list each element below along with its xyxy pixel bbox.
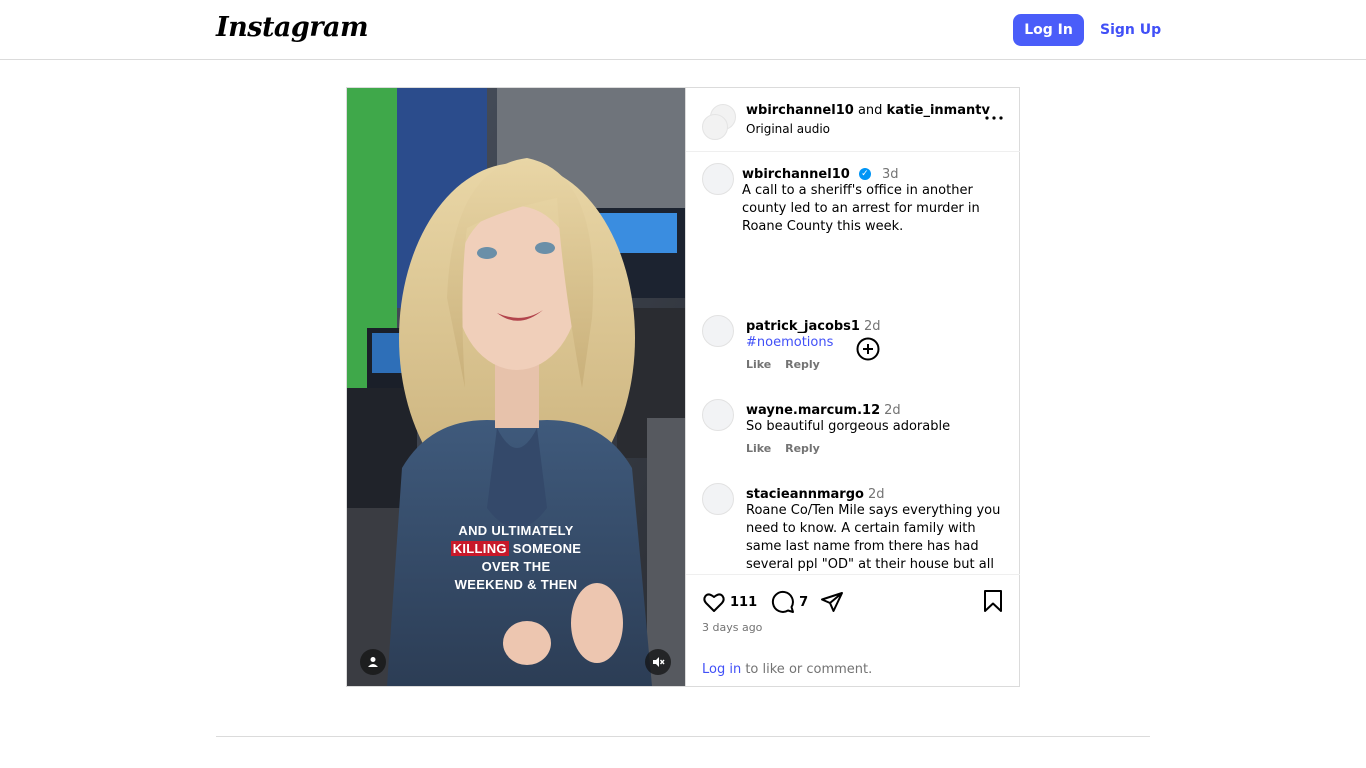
overlay-line-4: WEEKEND & THEN [454, 577, 578, 592]
post-authors: wbirchannel10 and katie_inmantv [746, 103, 990, 118]
comment-item: stacieannmargo 2d Roane Co/Ten Mile says … [702, 483, 1002, 572]
login-prompt-text: to like or comment. [741, 662, 873, 677]
post-timestamp[interactable]: 3 days ago [702, 621, 762, 634]
comment-username[interactable]: patrick_jacobs1 [746, 319, 860, 334]
like-comment-button[interactable]: Like [746, 442, 771, 455]
comments-count[interactable]: 7 [799, 595, 808, 610]
like-comment-button[interactable]: Like [746, 358, 771, 371]
reply-button[interactable]: Reply [785, 442, 820, 455]
avatar[interactable] [702, 163, 734, 195]
share-icon[interactable] [820, 590, 844, 614]
avatar[interactable] [702, 315, 734, 347]
avatar [702, 114, 728, 140]
post-header: wbirchannel10 and katie_inmantv Original… [686, 88, 1020, 152]
comment-timestamp: 2d [863, 319, 881, 334]
overlay-highlight-word: KILLING [450, 541, 509, 556]
comment-body: stacieannmargo 2d Roane Co/Ten Mile says … [746, 483, 1002, 572]
caption-timestamp[interactable]: 3d [882, 167, 899, 182]
reply-button[interactable]: Reply [785, 358, 820, 371]
comment-actions: Like Reply [746, 442, 1006, 455]
bookmark-icon [984, 590, 1002, 612]
post-card: AND ULTIMATELY KILLING SOMEONE OVER THE … [346, 87, 1020, 687]
caption-text: A call to a sheriff's office in another … [742, 183, 980, 234]
heart-icon[interactable] [702, 590, 726, 614]
overlay-line-1: AND ULTIMATELY [458, 523, 574, 538]
mute-toggle-button[interactable] [645, 649, 671, 675]
log-in-button[interactable]: Log In [1013, 14, 1084, 46]
verified-badge-icon: ✓ [858, 167, 871, 180]
comment-body: wayne.marcum.12 2d So beautiful gorgeous … [746, 399, 1006, 455]
person-icon [368, 657, 378, 667]
comment-username[interactable]: wayne.marcum.12 [746, 403, 880, 418]
save-button[interactable] [982, 589, 1004, 617]
top-navigation-bar: Instagram Log In Sign Up [0, 0, 1366, 60]
author-username-2[interactable]: katie_inmantv [887, 103, 990, 118]
reel-video[interactable]: AND ULTIMATELY KILLING SOMEONE OVER THE … [347, 88, 685, 686]
log-in-link[interactable]: Log in [702, 662, 741, 677]
action-icons: 111 7 [702, 589, 844, 615]
author-username-1[interactable]: wbirchannel10 [746, 103, 854, 118]
login-prompt: Log in to like or comment. [702, 662, 872, 677]
video-frame-illustration [347, 88, 685, 686]
comment-icon[interactable] [771, 590, 795, 614]
more-dots-icon [985, 116, 1003, 120]
comment-username[interactable]: stacieannmargo [746, 487, 864, 502]
comment-timestamp: 2d [867, 487, 885, 502]
footer-divider [216, 736, 1150, 737]
overlay-line-2-rest: SOMEONE [512, 541, 582, 556]
likes-count[interactable]: 111 [730, 595, 757, 610]
comment-body: patrick_jacobs1 2d #noemotions Like Reply [746, 315, 1006, 371]
avatar[interactable] [702, 399, 734, 431]
instagram-logo[interactable]: Instagram [216, 12, 369, 43]
comment-actions: Like Reply [746, 358, 1006, 371]
more-options-button[interactable] [982, 106, 1006, 130]
overlay-line-3: OVER THE [481, 559, 551, 574]
comment-text: Roane Co/Ten Mile says everything you ne… [746, 503, 1001, 572]
sign-up-link[interactable]: Sign Up [1100, 14, 1161, 46]
muted-speaker-icon [653, 657, 665, 667]
post-sidebar: wbirchannel10 and katie_inmantv Original… [685, 88, 1020, 687]
authors-joiner: and [857, 103, 883, 118]
avatar[interactable] [702, 483, 734, 515]
collab-avatars[interactable] [702, 104, 736, 140]
post-actions-section: 111 7 3 days ago Log in to like or comme… [686, 574, 1020, 687]
caption-body: wbirchannel10 ✓ 3d A call to a sheriff's… [742, 163, 992, 236]
comment-timestamp: 2d [884, 403, 901, 418]
overlay-line-2: KILLING SOMEONE [405, 540, 627, 558]
caption-username[interactable]: wbirchannel10 [742, 167, 850, 182]
audio-link[interactable]: Original audio [746, 122, 830, 136]
tagged-people-button[interactable] [360, 649, 386, 675]
comment-text: So beautiful gorgeous adorable [746, 419, 951, 434]
hashtag-link[interactable]: #noemotions [746, 334, 1006, 352]
video-caption-overlay: AND ULTIMATELY KILLING SOMEONE OVER THE … [405, 522, 627, 594]
